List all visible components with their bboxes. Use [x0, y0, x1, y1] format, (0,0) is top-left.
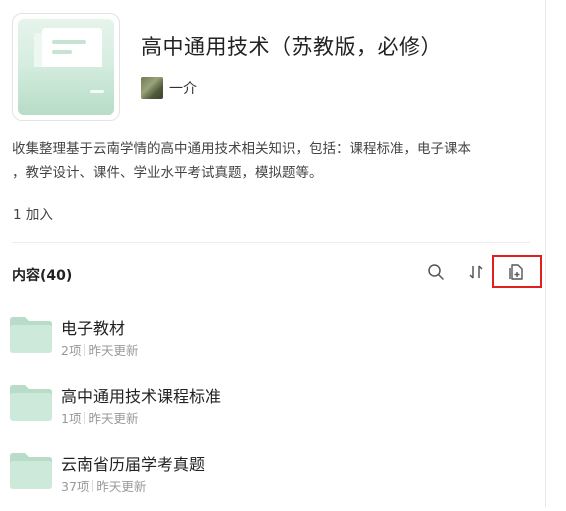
item-name[interactable]: 云南省历届学考真题: [61, 451, 205, 475]
folder-icon: [10, 317, 52, 353]
description-line-1: 收集整理基于云南学情的高中通用技术相关知识，包括：课程标准，电子课本: [12, 141, 471, 157]
content-count-label: 内容(40): [12, 268, 73, 284]
item-name[interactable]: 高中通用技术课程标准: [61, 383, 221, 407]
avatar[interactable]: [141, 77, 163, 99]
item-name[interactable]: 电子教材: [61, 315, 125, 339]
item-count: 1项: [61, 411, 82, 426]
author-name[interactable]: 一介: [169, 78, 197, 98]
sort-icon: [469, 265, 483, 279]
item-updated: 昨天更新: [96, 479, 147, 494]
search-icon: [428, 264, 444, 280]
item-updated: 昨天更新: [88, 343, 139, 358]
folder-icon: [10, 385, 52, 421]
folder-icon: [10, 453, 52, 489]
collection-description: 收集整理基于云南学情的高中通用技术相关知识，包括：课程标准，电子课本 ，教学设计…: [12, 137, 532, 185]
item-meta: 1项 昨天更新: [61, 408, 138, 427]
item-count: 2项: [61, 343, 82, 358]
list-item[interactable]: 电子教材 2项 昨天更新: [10, 315, 530, 375]
highlight-annotation-box: [492, 255, 542, 288]
list-item[interactable]: 云南省历届学考真题 37项 昨天更新: [10, 451, 530, 511]
sort-button[interactable]: [465, 261, 487, 283]
description-line-2: ，教学设计、课件、学业水平考试真题，模拟题等。: [12, 165, 323, 181]
collection-cover: [12, 13, 120, 121]
author-link[interactable]: 一介: [141, 77, 197, 99]
item-count: 37项: [61, 479, 90, 494]
item-meta: 37项 昨天更新: [61, 476, 146, 495]
divider: [12, 242, 530, 243]
list-item[interactable]: 高中通用技术课程标准 1项 昨天更新: [10, 383, 530, 443]
folder-cover-icon: [18, 19, 114, 115]
collection-title: 高中通用技术（苏教版，必修）: [141, 35, 442, 59]
joined-count: 1 加入: [13, 207, 53, 223]
item-meta: 2项 昨天更新: [61, 340, 138, 359]
search-button[interactable]: [425, 261, 447, 283]
right-divider: [545, 0, 546, 507]
item-updated: 昨天更新: [88, 411, 139, 426]
